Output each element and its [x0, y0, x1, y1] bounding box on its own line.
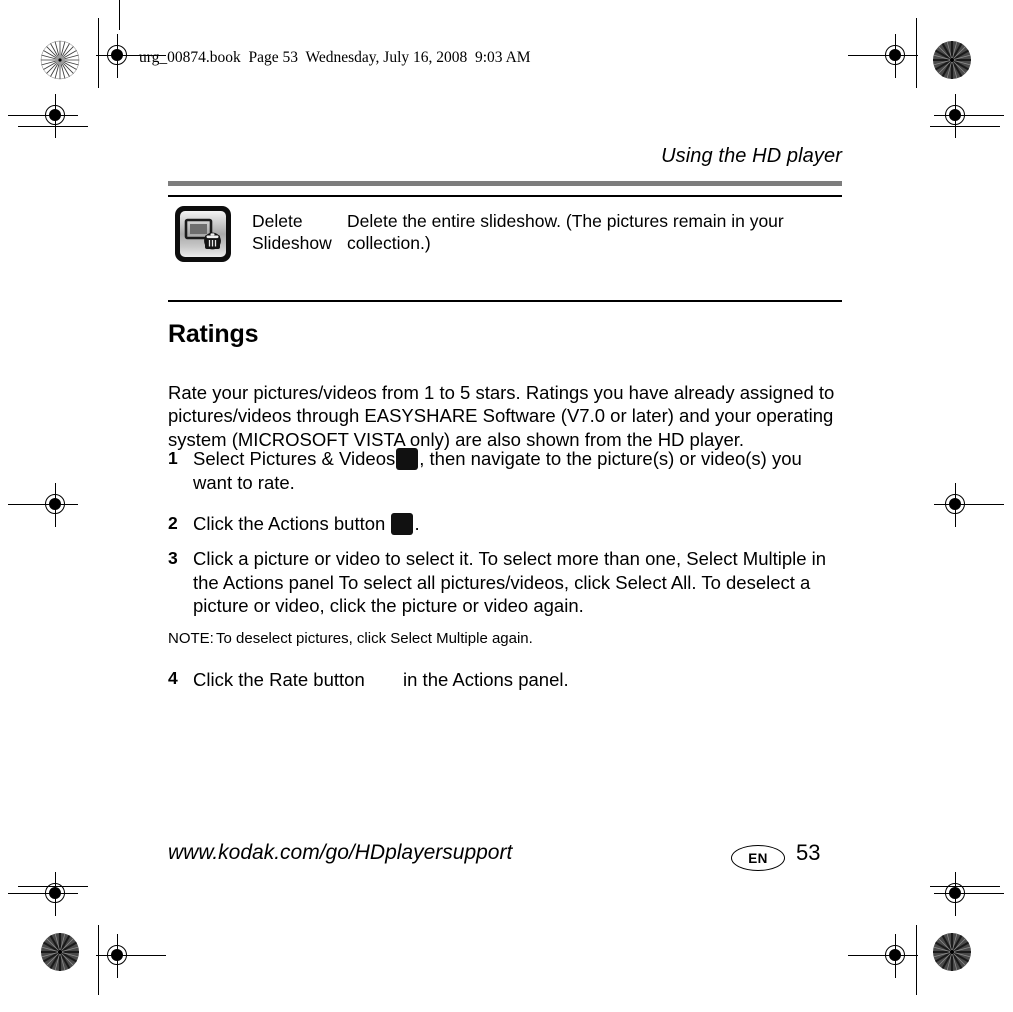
step-4: 4 Click the Rate button in the Actions p… — [168, 667, 842, 692]
starburst-target-bottom-right — [932, 932, 972, 972]
note-label: NOTE: — [168, 630, 214, 647]
step-text-after: . — [414, 513, 420, 534]
step-text: Click the Rate button in the Actions pan… — [193, 667, 842, 692]
crop-line-right-bottom-horizontal — [930, 886, 1000, 887]
registration-mark-bottom-left — [96, 934, 166, 978]
registration-mark-left-lower — [8, 872, 78, 916]
crop-line-top-left-inner-vertical — [119, 0, 120, 30]
step-number: 2 — [168, 513, 178, 533]
starburst-target-top-right — [932, 40, 972, 80]
step-2: 2 Click the Actions button . — [168, 512, 842, 536]
crop-line-top-right-vertical — [916, 18, 917, 88]
crop-line-bottom-left-vertical — [98, 925, 99, 995]
icon-description: Delete the entire slideshow. (The pictur… — [347, 211, 784, 253]
rate-button-icon — [371, 667, 397, 691]
registration-mark-bottom-right — [848, 934, 918, 978]
crop-line-left-top-horizontal — [18, 126, 88, 127]
step-text-before: Select Pictures & Videos — [193, 448, 396, 469]
table-row: Delete Slideshow Delete the entire slide… — [168, 206, 842, 262]
step-3: 3 Click a picture or video to select it.… — [168, 547, 842, 618]
step-text: Select Pictures & Videos, then navigate … — [193, 447, 842, 494]
step-text-before: Click the Rate button — [193, 669, 365, 690]
step-text: Click a picture or video to select it. T… — [193, 548, 827, 616]
registration-mark-right-upper — [934, 94, 1004, 138]
starburst-target-top-left — [40, 40, 80, 80]
footer-url[interactable]: www.kodak.com/go/HDplayersupport — [168, 841, 512, 865]
step-text-before: Click the Actions button — [193, 513, 386, 534]
step-number: 1 — [168, 448, 178, 468]
step-1: 1 Select Pictures & Videos, then navigat… — [168, 447, 842, 494]
note-line: NOTE: To deselect pictures, click Select… — [168, 629, 842, 648]
pictures-and-videos-icon — [396, 448, 419, 470]
step-number: 3 — [168, 548, 178, 568]
delete-slideshow-icon — [175, 206, 231, 262]
registration-mark-left-upper — [8, 94, 78, 138]
crop-line-bottom-right-vertical — [916, 925, 917, 995]
step-text-after: in the Actions panel. — [403, 669, 569, 690]
crop-line-top-left-vertical — [98, 18, 99, 88]
table-rule-bottom — [168, 300, 842, 302]
icon-cell — [168, 206, 252, 262]
header-rule-grey — [168, 181, 842, 186]
page-number: 53 — [796, 840, 821, 865]
table-rule-top — [168, 195, 842, 197]
step-text: Click the Actions button . — [193, 512, 842, 536]
registration-mark-right-lower — [934, 872, 1004, 916]
starburst-target-bottom-left — [40, 932, 80, 972]
registration-mark-top-right — [848, 34, 918, 78]
note-text: To deselect pictures, click Select Multi… — [216, 630, 533, 647]
icon-name-line-1: Delete — [252, 211, 303, 231]
crop-line-right-top-horizontal — [930, 126, 1000, 127]
registration-mark-left-middle — [8, 483, 78, 527]
section-intro-paragraph: Rate your pictures/videos from 1 to 5 st… — [168, 381, 835, 450]
icon-name-line-2: Slideshow — [252, 233, 332, 253]
icon-name-label: Delete Slideshow — [252, 206, 347, 254]
registration-mark-right-middle — [934, 483, 1004, 527]
running-header: Using the HD player — [661, 145, 842, 167]
step-number: 4 — [168, 668, 178, 688]
actions-button-icon — [391, 513, 414, 535]
registration-mark-top-left — [96, 34, 166, 78]
page-content: Using the HD player Delete Slideshow Del… — [168, 0, 842, 1012]
language-badge: EN — [731, 845, 785, 871]
section-heading: Ratings — [168, 320, 259, 348]
crop-line-left-bottom-horizontal — [18, 886, 88, 887]
